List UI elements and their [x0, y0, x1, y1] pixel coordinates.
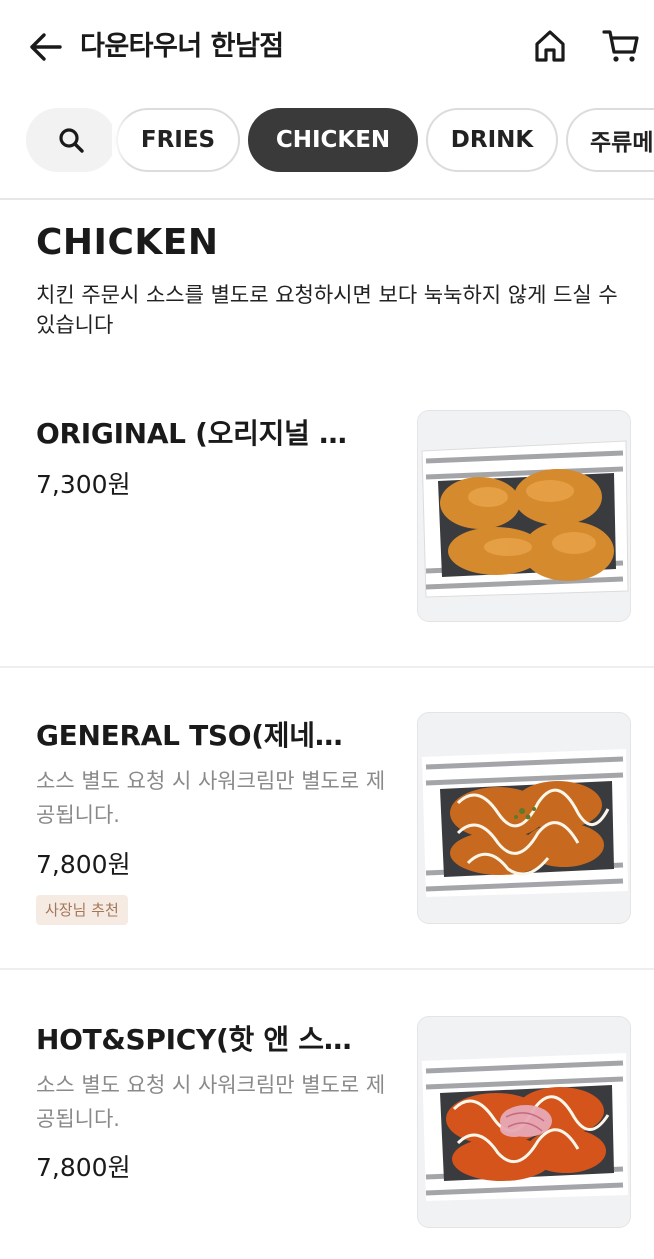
menu-item-price: 7,300원 — [36, 470, 131, 499]
home-icon — [535, 30, 565, 62]
menu-item-name: GENERAL TSO(제네럴 쏘) — [36, 719, 366, 752]
top-app-bar: 다운타우너 한남점 — [0, 0, 654, 96]
back-button[interactable] — [26, 28, 64, 66]
divider — [0, 968, 654, 970]
divider — [0, 666, 654, 668]
menu-item-name: HOT&SPICY(핫 앤 스파이시) — [36, 1023, 366, 1056]
cart-button[interactable] — [600, 26, 642, 66]
search-button[interactable] — [26, 108, 116, 172]
menu-item-price: 7,800원 — [36, 1153, 131, 1182]
tab-fries[interactable]: FRIES — [116, 108, 240, 172]
tab-label: CHICKEN — [275, 127, 391, 153]
category-tabs: FRIES CHICKEN DRINK 주류메뉴 — [0, 104, 654, 180]
tab-drink[interactable]: DRINK — [426, 108, 558, 172]
recommend-badge: 사장님 추천 — [36, 895, 128, 925]
section-title: CHICKEN — [36, 222, 219, 263]
hot-spicy-chicken-image — [417, 1016, 631, 1228]
search-icon — [59, 128, 84, 153]
tab-label: FRIES — [140, 127, 216, 153]
menu-item-price: 7,800원 — [36, 850, 131, 879]
home-button[interactable] — [530, 26, 570, 66]
arrow-left-icon — [30, 33, 62, 61]
general-tso-chicken-image — [417, 712, 631, 924]
cart-icon — [602, 30, 639, 62]
store-title: 다운타우너 한남점 — [80, 31, 284, 62]
tab-liquor[interactable]: 주류메뉴 — [566, 108, 654, 172]
tab-chicken[interactable]: CHICKEN — [248, 108, 418, 172]
menu-item-description: 소스 별도 요청 시 사워크림만 별도로 제공됩니다. — [36, 769, 386, 827]
menu-item-name: ORIGINAL (오리지널 치킨) — [36, 417, 366, 450]
menu-item-description: 소스 별도 요청 시 사워크림만 별도로 제공됩니다. — [36, 1073, 386, 1131]
fried-chicken-image — [417, 410, 631, 622]
tab-label: 주류메뉴 — [590, 130, 654, 156]
divider — [0, 198, 654, 200]
tab-label: DRINK — [450, 127, 534, 153]
section-description: 치킨 주문시 소스를 별도로 요청하시면 보다 눅눅하지 않게 드실 수 있습니… — [36, 283, 618, 337]
